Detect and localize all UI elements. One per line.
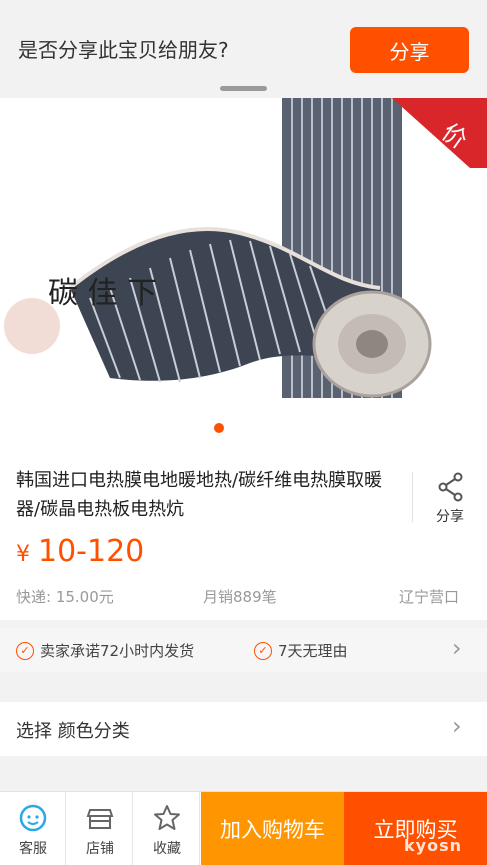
- currency-symbol: ¥: [16, 542, 30, 567]
- price: ¥10-120: [16, 534, 144, 569]
- calligraphy-text: 碳 佳 下: [48, 276, 157, 311]
- service-tab[interactable]: 客服: [0, 792, 66, 865]
- price-range: 10-120: [38, 534, 145, 569]
- share-banner: 是否分享此宝贝给朋友? 分享: [0, 0, 487, 98]
- divider: [412, 472, 413, 522]
- promise-return-text: 7天无理由: [278, 642, 348, 660]
- check-circle-icon: ✓: [16, 641, 34, 660]
- shop-tab[interactable]: 店铺: [67, 792, 133, 865]
- service-promises[interactable]: ✓ 卖家承诺72小时内发货 ✓ 7天无理由 ›: [0, 628, 487, 672]
- sku-select-row[interactable]: 选择 颜色分类 ›: [0, 702, 487, 756]
- shipping-fee: 快递: 15.00元: [16, 588, 114, 606]
- product-title: 韩国进口电热膜电地暖地热/碳纤维电热膜取暖器/碳晶电热板电热炕: [16, 470, 383, 520]
- favorite-label: 收藏: [153, 841, 181, 857]
- share-action[interactable]: 分享: [420, 466, 480, 528]
- drag-handle[interactable]: [220, 86, 267, 91]
- monthly-sales: 月销889笔: [203, 588, 277, 606]
- watermark: kyosn: [404, 836, 462, 855]
- promise-item-return: ✓ 7天无理由: [254, 640, 348, 661]
- share-question: 是否分享此宝贝给朋友?: [18, 38, 229, 62]
- location: 辽宁营口: [399, 588, 460, 606]
- shop-icon: [86, 809, 114, 829]
- product-image[interactable]: 价 碳 佳 下: [0, 98, 487, 454]
- promise-shipping-text: 卖家承诺72小时内发货: [40, 642, 195, 660]
- product-info: 韩国进口电热膜电地暖地热/碳纤维电热膜取暖器/碳晶电热板电热炕 分享 ¥10-1…: [0, 454, 487, 620]
- carousel-dot-active[interactable]: [214, 423, 224, 433]
- favorite-tab[interactable]: 收藏: [134, 792, 200, 865]
- service-label: 客服: [19, 841, 47, 857]
- promise-item-shipping: ✓ 卖家承诺72小时内发货: [16, 640, 194, 661]
- sku-select-label: 选择 颜色分类: [16, 721, 130, 742]
- add-to-cart-button[interactable]: 加入购物车: [201, 792, 344, 865]
- share-button[interactable]: 分享: [350, 27, 469, 73]
- shop-label: 店铺: [86, 841, 114, 857]
- chevron-right-icon: ›: [452, 634, 462, 662]
- share-icon: [438, 472, 463, 502]
- share-label: 分享: [436, 509, 464, 525]
- customer-service-icon: [19, 804, 47, 832]
- product-page: 是否分享此宝贝给朋友? 分享 价 碳 佳 下 韩国进口电热膜电地暖地热/碳纤维电…: [0, 0, 487, 865]
- check-circle-icon: ✓: [254, 641, 272, 660]
- star-icon: [154, 805, 180, 830]
- chevron-right-icon: ›: [452, 712, 462, 740]
